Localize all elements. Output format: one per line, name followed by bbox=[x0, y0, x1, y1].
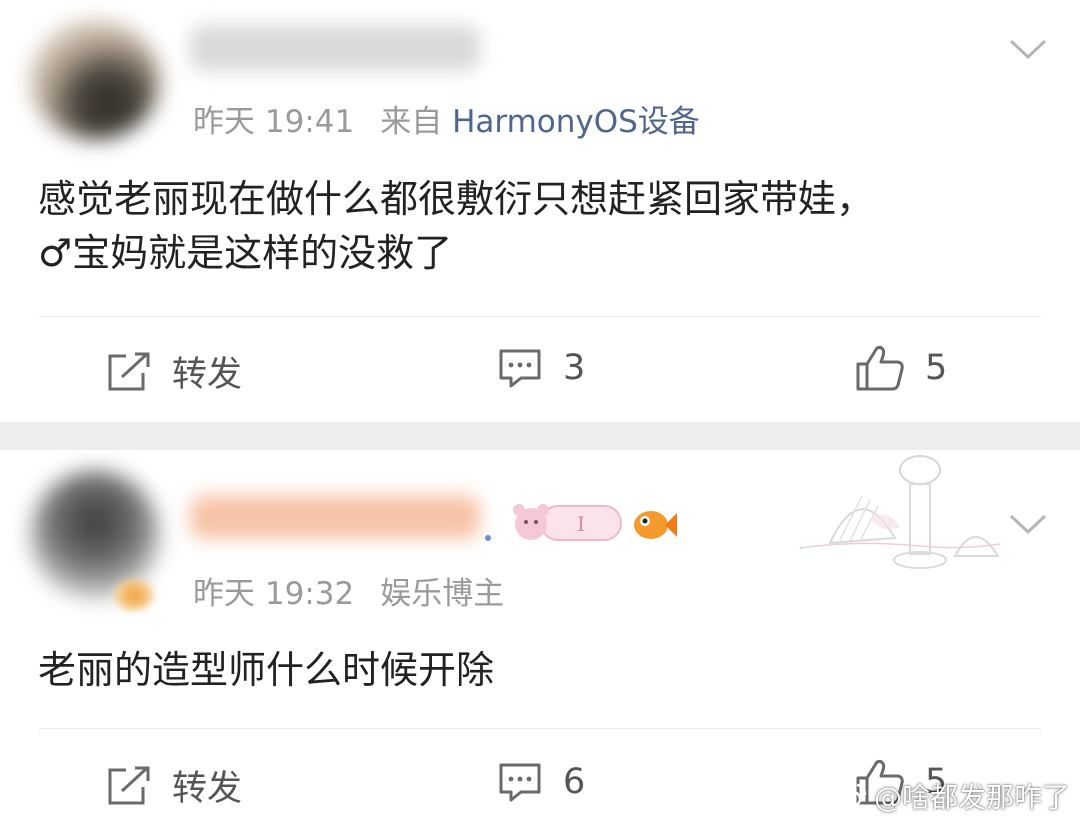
divider bbox=[38, 316, 1042, 317]
comment-meta: 昨天 19:32 娱乐博主 bbox=[193, 568, 504, 613]
comment-icon bbox=[499, 763, 541, 802]
comment-count: 3 bbox=[563, 348, 586, 388]
username-blurred[interactable] bbox=[190, 495, 480, 539]
pink-bear-badge-icon[interactable]: I bbox=[511, 500, 623, 546]
card-decoration-image bbox=[800, 455, 1001, 569]
source-label: 来自 bbox=[380, 104, 443, 140]
comment-text: 感觉老丽现在做什么都很敷衍只想赶紧回家带娃， ♂宝妈就是这样的没救了 bbox=[38, 172, 1048, 280]
comment-text: 老丽的造型师什么时候开除 bbox=[38, 643, 494, 697]
comment-button[interactable]: 3 bbox=[497, 346, 585, 390]
comment-count: 6 bbox=[563, 762, 586, 802]
username-blurred[interactable] bbox=[190, 25, 480, 71]
comment-meta: 昨天 19:41 来自 HarmonyOS设备 bbox=[193, 96, 700, 141]
verified-badge-icon bbox=[114, 580, 154, 610]
comment-text-line: 老丽的造型师什么时候开除 bbox=[38, 648, 495, 692]
timestamp: 昨天 19:41 bbox=[193, 104, 355, 140]
repost-label: 转发 bbox=[172, 355, 243, 395]
watermark: @啥都发那咋了 bbox=[832, 776, 1070, 816]
comment-button[interactable]: 6 bbox=[497, 760, 585, 804]
watermark-text: @啥都发那咋了 bbox=[873, 781, 1070, 814]
repost-icon bbox=[108, 352, 150, 390]
comment-card: 昨天 19:41 来自 HarmonyOS设备 感觉老丽现在做什么都很敷衍只想赶紧… bbox=[0, 0, 1080, 422]
fish-badge-icon[interactable] bbox=[631, 503, 679, 543]
chevron-down-icon[interactable] bbox=[1008, 37, 1048, 61]
dot-icon bbox=[485, 535, 491, 541]
user-badges: I bbox=[485, 500, 679, 546]
weibo-logo-icon bbox=[832, 783, 867, 810]
source-label: 娱乐博主 bbox=[380, 576, 505, 612]
like-button[interactable]: 5 bbox=[855, 344, 947, 392]
repost-icon bbox=[108, 766, 150, 804]
like-count: 5 bbox=[925, 348, 948, 388]
repost-button[interactable]: 转发 bbox=[106, 760, 242, 811]
svg-text:I: I bbox=[577, 512, 585, 536]
section-gap bbox=[0, 422, 1080, 450]
repost-button[interactable]: 转发 bbox=[106, 346, 242, 397]
comment-text-line: ♂宝妈就是这样的没救了 bbox=[38, 231, 453, 275]
avatar[interactable] bbox=[30, 20, 160, 140]
like-icon bbox=[856, 346, 904, 391]
comment-text-line: 感觉老丽现在做什么都很敷衍只想赶紧回家带娃， bbox=[38, 177, 875, 221]
divider bbox=[38, 728, 1042, 729]
device-link[interactable]: HarmonyOS设备 bbox=[452, 104, 700, 140]
chevron-down-icon[interactable] bbox=[1008, 512, 1048, 536]
repost-label: 转发 bbox=[172, 769, 243, 809]
timestamp: 昨天 19:32 bbox=[193, 576, 355, 612]
comment-icon bbox=[499, 349, 541, 388]
